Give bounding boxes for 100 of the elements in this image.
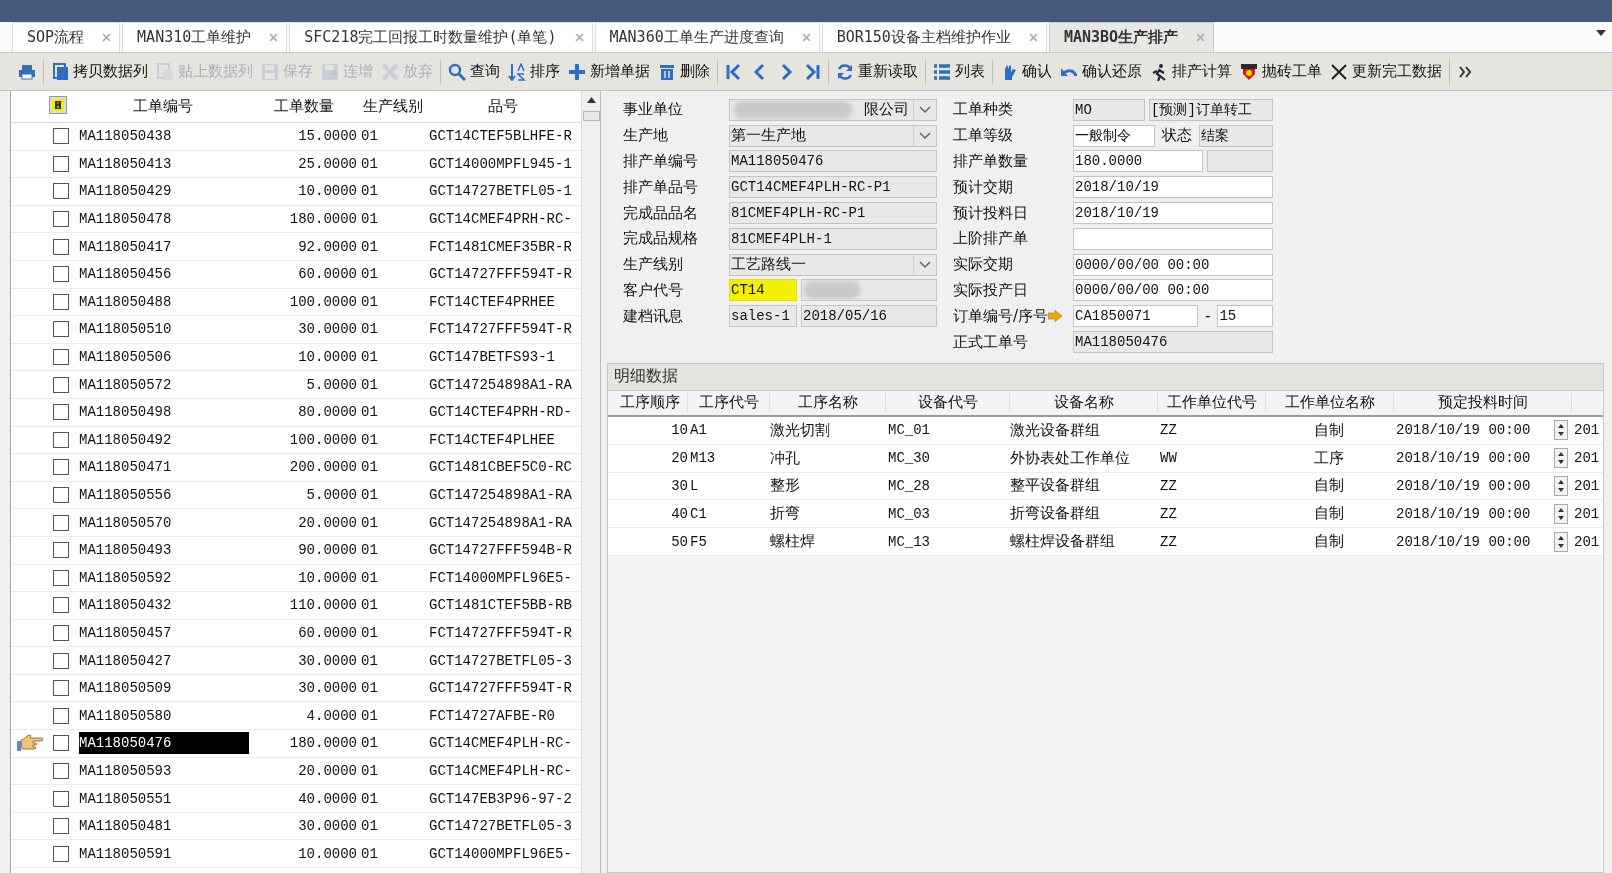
input-field[interactable]: MA118050476 (729, 150, 937, 173)
toolbar-button[interactable]: 排产计算 (1146, 57, 1236, 86)
column-header[interactable]: 工序名称 (770, 393, 886, 413)
input-field[interactable]: sales-1 (729, 305, 797, 328)
checkbox[interactable] (53, 155, 69, 172)
checkbox[interactable] (53, 183, 69, 200)
dropdown[interactable]: 工艺路线一 (729, 253, 937, 276)
input-field[interactable]: 180.0000 (1073, 150, 1203, 173)
toolbar-button[interactable]: 删除 (654, 57, 714, 86)
input-field[interactable]: [预测]订单转工 (1149, 98, 1273, 121)
column-header[interactable]: 设备代号 (886, 393, 1010, 413)
tab[interactable]: MAN360工单生产进度查询 (594, 22, 820, 52)
checkbox[interactable] (53, 293, 69, 310)
checkbox[interactable] (53, 211, 69, 228)
input-field[interactable]: CA1850071 (1073, 305, 1198, 328)
toolbar-button[interactable]: 重新读取 (832, 57, 922, 86)
input-field[interactable]: 81CMEF4PLH-1 (729, 227, 937, 250)
table-cell-text: 激光设备群组 (1010, 420, 1101, 440)
input-field[interactable]: 0000/00/00 00:00 (1073, 279, 1273, 302)
checkbox[interactable] (53, 487, 69, 503)
checkbox[interactable] (53, 569, 69, 586)
input-field[interactable]: 15 (1217, 305, 1273, 328)
input-field[interactable]: MA118050476 (1073, 331, 1273, 354)
column-header[interactable]: 设备名称 (1010, 393, 1158, 413)
column-header[interactable]: 工作单位代号 (1158, 393, 1266, 413)
checkbox[interactable] (53, 625, 69, 641)
toolbar-button[interactable]: 查询 (444, 57, 504, 86)
input-field[interactable]: CT14 (729, 279, 797, 302)
trash-icon (658, 62, 676, 81)
input-field[interactable]: 一般制令 (1073, 124, 1155, 147)
toolbar-button[interactable]: 拷贝数据列 (47, 57, 152, 86)
toolbar-button[interactable]: 新增单据 (564, 57, 654, 86)
checkbox[interactable] (53, 431, 69, 448)
tab[interactable]: SFC218完工回报工时数量维护(单笔) (289, 22, 593, 52)
column-header[interactable]: 预定投料时间 (1394, 393, 1572, 413)
toolbar-button[interactable]: 更新完工数据 (1326, 57, 1446, 86)
toolbar-button[interactable]: 列表 (929, 57, 989, 86)
column-header[interactable]: 工作单位名称 (1266, 393, 1394, 413)
caret-down-icon[interactable] (1596, 30, 1606, 36)
column-header[interactable]: 工序代号 (688, 393, 770, 413)
checkbox[interactable] (53, 376, 69, 393)
tab[interactable]: SOP流程 (12, 22, 121, 52)
checkbox[interactable] (53, 845, 69, 862)
input-field[interactable] (801, 279, 937, 302)
scrollbar-thumb[interactable] (582, 111, 600, 121)
column-header[interactable]: 生产线别 (359, 97, 427, 116)
toolbar-button[interactable]: 确认还原 (1056, 57, 1146, 86)
checkbox[interactable] (53, 321, 69, 338)
checkbox[interactable] (53, 266, 69, 283)
table-cell-text: 01 (360, 155, 379, 172)
dropdown[interactable]: 第一生产地 (729, 124, 937, 147)
toolbar-button[interactable]: 抛砖工单 (1236, 57, 1326, 86)
table-cell-text: 螺柱焊设备群组 (1010, 532, 1116, 552)
checkbox[interactable] (53, 707, 69, 724)
checkbox[interactable] (53, 680, 69, 697)
checkbox[interactable] (53, 128, 69, 145)
checkbox[interactable] (53, 459, 69, 476)
table-cell: MA118050498 (79, 404, 172, 421)
table-cell-text: 40 (670, 505, 688, 522)
checkbox[interactable] (53, 542, 69, 559)
table-cell-text: 201 (1573, 450, 1601, 467)
table-cell-text: GCT14727FFF594T-R (428, 680, 573, 697)
tab[interactable]: MAN3BO生产排产 (1048, 22, 1215, 52)
toolbar-button[interactable]: 确认 (996, 57, 1056, 86)
tab[interactable]: MAN310工单维护 (122, 22, 288, 52)
dropdown[interactable]: 限公司 (729, 98, 937, 121)
tab[interactable]: BOR150设备主档维护作业 (821, 22, 1047, 52)
field-label: - (1204, 307, 1212, 326)
input-field[interactable] (1207, 150, 1273, 173)
table-cell-text: 10.0000 (297, 183, 358, 200)
table-cell-text: 01 (360, 238, 379, 255)
checkbox[interactable] (53, 597, 69, 614)
column-header[interactable]: 品号 (427, 97, 579, 116)
checkbox[interactable] (53, 735, 69, 752)
input-field[interactable] (1073, 227, 1273, 250)
input-field[interactable]: GCT14CMEF4PLH-RC-P1 (729, 176, 937, 199)
search-icon (448, 62, 466, 81)
toolbar-button[interactable]: 排序 (504, 57, 564, 86)
column-header[interactable]: 工单数量 (249, 97, 359, 116)
checkbox[interactable] (53, 404, 69, 421)
input-field[interactable]: 81CMEF4PLH-RC-P1 (729, 202, 937, 225)
input-field[interactable]: 2018/05/16 (801, 305, 937, 328)
column-header[interactable]: 工单编号 (77, 97, 249, 116)
column-header[interactable]: 工序顺序 (612, 393, 688, 413)
input-field[interactable]: MO (1073, 98, 1145, 121)
checkbox[interactable] (53, 652, 69, 669)
checkbox[interactable] (53, 762, 69, 779)
checkbox[interactable] (53, 514, 69, 531)
input-field[interactable]: 0000/00/00 00:00 (1073, 253, 1273, 276)
input-field[interactable]: 2018/10/19 (1073, 176, 1273, 199)
table-cell-text: 30.0000 (297, 321, 358, 338)
table-cell: 自制 (1314, 504, 1344, 523)
checkbox[interactable] (53, 238, 69, 255)
input-field[interactable]: 结案 (1199, 124, 1273, 147)
input-field[interactable]: 2018/10/19 (1073, 202, 1273, 225)
checkbox[interactable] (53, 790, 69, 807)
scrollbar[interactable] (581, 91, 600, 873)
spinner-icon (1554, 448, 1568, 469)
checkbox[interactable] (53, 818, 69, 835)
checkbox[interactable] (53, 349, 69, 366)
